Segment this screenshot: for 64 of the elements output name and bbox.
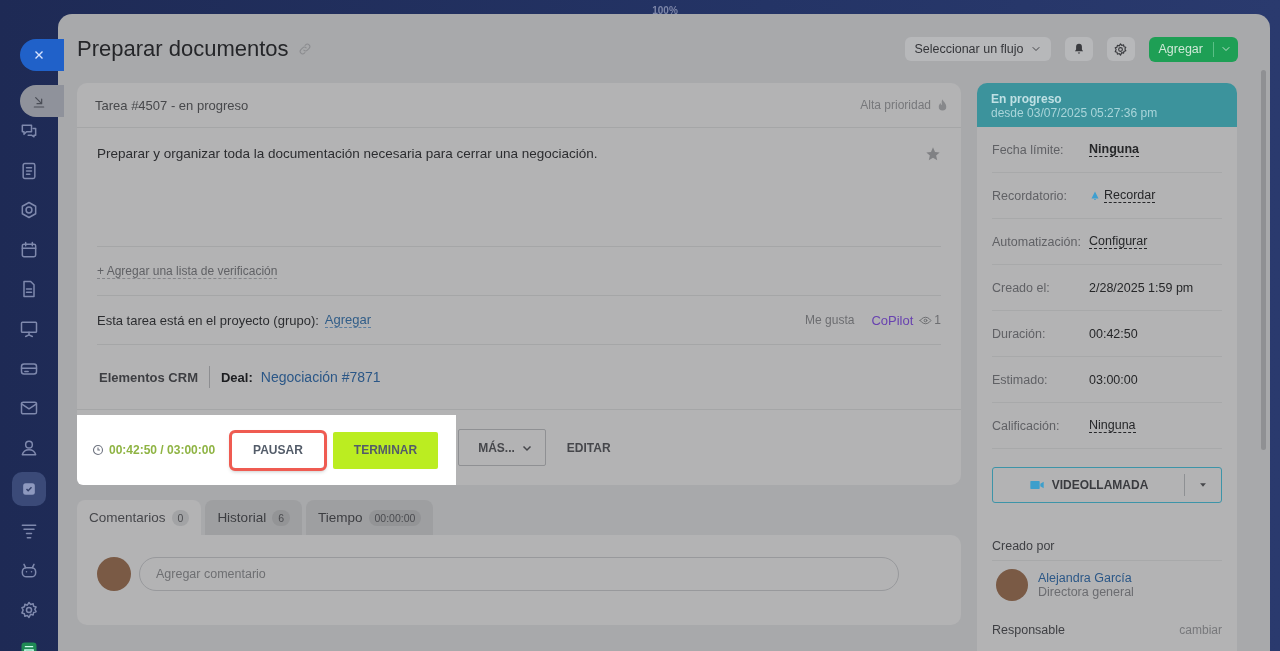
field-link[interactable]: Ninguna (1089, 142, 1139, 157)
finish-button[interactable]: TERMINAR (332, 431, 439, 469)
field-link[interactable]: Configurar (1089, 234, 1148, 249)
timer-text: 00:42:50 / 03:00:00 (109, 443, 216, 457)
notification-button[interactable] (1064, 37, 1093, 61)
hexagon-icon (19, 200, 39, 221)
close-button[interactable] (20, 39, 64, 71)
like-link[interactable]: Me gusta (805, 313, 855, 327)
field-label: Recordatorio: (992, 188, 1069, 203)
field-value: 00:42:50 (1089, 326, 1138, 341)
star-icon[interactable] (925, 146, 941, 162)
copilot-link[interactable]: CoPilot (871, 312, 914, 328)
section-heading: Creado por (992, 539, 1222, 561)
document-icon (19, 160, 39, 181)
field-label: Estimado: (992, 372, 1049, 387)
field-label: Creado el: (992, 280, 1051, 295)
clock-icon (92, 444, 104, 456)
tab[interactable]: Tiempo 00:00:00 (306, 500, 434, 535)
count-badge: 0 (171, 509, 190, 526)
field-value: 03:00:00 (1089, 372, 1138, 387)
field-label: Automatización: (992, 234, 1082, 249)
tab[interactable]: Comentarios 0 (77, 500, 202, 535)
status-title: En progreso (991, 92, 1063, 106)
sidebar-item[interactable] (12, 472, 46, 507)
more-button[interactable]: MÁS... (458, 429, 546, 466)
tab[interactable]: Historial 6 (205, 500, 302, 535)
avatar (996, 569, 1028, 601)
field-label: Duración: (992, 326, 1047, 341)
field-value: 2/28/2025 1:59 pm (1089, 280, 1194, 295)
user-name-link[interactable]: Alejandra García (1038, 571, 1134, 585)
section-heading: Responsable (992, 623, 1065, 637)
calendar-icon (19, 239, 39, 260)
field-link[interactable]: Recordar (1104, 188, 1156, 203)
settings-icon (1113, 41, 1128, 57)
flow-select[interactable]: Seleccionar un flujo (905, 37, 1051, 61)
avatar (97, 557, 131, 591)
pause-button[interactable]: PAUSAR (231, 431, 325, 469)
field-label: Fecha límite: (992, 142, 1065, 157)
field-link[interactable]: Ninguna (1089, 418, 1136, 433)
add-button[interactable]: Agregar (1148, 36, 1238, 62)
count-badge: 6 (272, 509, 290, 526)
crm-label: Elementos CRM (99, 366, 210, 388)
count-badge: 00:00:00 (368, 509, 422, 526)
user-role: Directora general (1038, 585, 1134, 599)
status-since: desde 03/07/2025 05:27:36 pm (991, 106, 1158, 120)
task-description: Preparar y organizar toda la documentación necesaria para cerrar una negociación. (97, 146, 599, 163)
settings-button[interactable] (1106, 37, 1135, 61)
task-heading: Tarea #4507 - en progreso (95, 97, 249, 113)
settings-icon (19, 600, 39, 621)
video-call-button[interactable]: VIDEOLLAMADA (992, 467, 1222, 503)
deal-link[interactable]: Negociación #7871 (260, 369, 381, 385)
comment-field[interactable]: Agregar comentario (139, 557, 899, 591)
zoom-level: 100% (652, 4, 678, 18)
bell-icon (1089, 189, 1101, 202)
priority-label: Alta prioridad (860, 98, 931, 112)
field-label: Calificación: (992, 418, 1061, 433)
edit-button[interactable]: EDITAR (553, 429, 624, 466)
add-project-link[interactable]: Agregar (324, 312, 372, 328)
add-checklist-link[interactable]: + Agregar una lista de verificación (97, 263, 278, 279)
project-label: Esta tarea está en el proyecto (grupo): (97, 312, 319, 328)
view-count: 1 (934, 313, 941, 327)
deal-label: Deal: (220, 369, 253, 385)
collapse-button[interactable] (20, 85, 64, 117)
page-title: Preparar documentos (77, 36, 289, 62)
